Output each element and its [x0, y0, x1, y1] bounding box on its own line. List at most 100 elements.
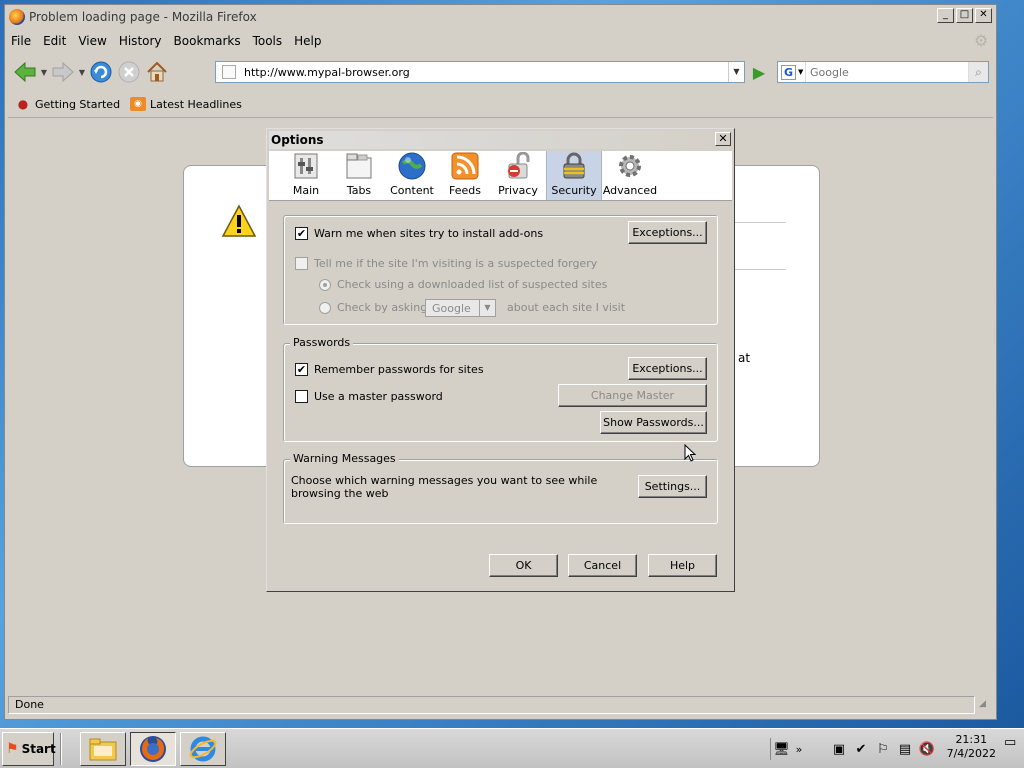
options-pane-selector: Main Tabs Content Feeds Privacy Security… — [269, 151, 732, 201]
remember-passwords-checkbox[interactable]: ✔ — [295, 363, 308, 376]
cancel-button[interactable]: Cancel — [568, 554, 637, 577]
tab-content[interactable]: Content — [387, 151, 437, 200]
menu-file[interactable]: File — [5, 34, 37, 48]
home-button[interactable] — [143, 58, 171, 86]
content-pane-icon — [397, 151, 427, 181]
volume-muted-icon[interactable]: 🔇 — [916, 738, 938, 760]
resize-grip-icon[interactable]: ◢ — [979, 699, 991, 711]
tab-main[interactable]: Main — [281, 151, 331, 200]
internet-explorer-icon — [189, 736, 217, 762]
bookmarks-toolbar: ● Getting Started ◉ Latest Headlines — [5, 93, 996, 115]
url-history-dropdown[interactable]: ▼ — [728, 62, 744, 82]
back-history-dropdown[interactable]: ▼ — [39, 68, 49, 77]
check-downloaded-radio[interactable] — [319, 278, 331, 291]
menu-edit[interactable]: Edit — [37, 34, 72, 48]
forward-button[interactable] — [49, 58, 77, 86]
display-icon[interactable]: ▤ — [894, 738, 916, 760]
start-button[interactable]: ⚑ Start — [2, 732, 56, 766]
engine-dropdown-icon: ▼ — [798, 68, 804, 76]
warning-description: Choose which warning messages you want t… — [291, 474, 598, 500]
check-asking-radio[interactable] — [319, 301, 331, 314]
error-text-fragment: at — [738, 351, 751, 365]
stop-button[interactable] — [115, 58, 143, 86]
check-downloaded-label[interactable]: Check using a downloaded list of suspect… — [337, 278, 607, 291]
forward-history-dropdown[interactable]: ▼ — [77, 68, 87, 77]
tray-expand-button[interactable]: » — [792, 738, 806, 760]
help-button[interactable]: Help — [648, 554, 717, 577]
forgery-label[interactable]: Tell me if the site I'm visiting is a su… — [314, 257, 597, 270]
warn-addons-checkbox[interactable]: ✔ — [295, 227, 308, 240]
url-text[interactable]: http://www.mypal-browser.org — [244, 66, 728, 79]
network-icon[interactable]: ▣ — [828, 738, 850, 760]
passwords-legend: Passwords — [290, 336, 354, 349]
tab-security[interactable]: Security — [546, 151, 602, 200]
bookmark-getting-started[interactable]: ● Getting Started — [15, 97, 120, 111]
status-bar: Done ◢ — [8, 695, 993, 715]
show-passwords-button[interactable]: Show Passwords... — [600, 411, 707, 434]
close-button[interactable]: ✕ — [975, 8, 992, 23]
stop-icon — [118, 61, 140, 83]
menu-bookmarks[interactable]: Bookmarks — [168, 34, 247, 48]
back-button[interactable] — [11, 58, 39, 86]
menu-tools[interactable]: Tools — [247, 34, 289, 48]
menu-history[interactable]: History — [113, 34, 168, 48]
forward-arrow-icon — [52, 61, 74, 83]
clock[interactable]: 21:31 7/4/2022 — [947, 733, 996, 761]
action-center-flag-icon[interactable]: ⚐ — [872, 738, 894, 760]
start-label: Start — [21, 742, 56, 756]
tab-label: Privacy — [498, 184, 538, 197]
security-pane-icon — [559, 151, 589, 181]
passwords-exceptions-button[interactable]: Exceptions... — [628, 357, 707, 380]
dialog-close-button[interactable]: ✕ — [715, 132, 731, 146]
search-magnifier-icon[interactable]: ⌕ — [968, 62, 988, 82]
addons-exceptions-button[interactable]: Exceptions... — [628, 221, 707, 244]
tab-label: Content — [390, 184, 434, 197]
tab-label: Tabs — [346, 184, 372, 197]
tab-advanced[interactable]: Advanced — [603, 151, 657, 200]
dialog-title-bar[interactable]: Options ✕ — [269, 131, 732, 149]
warning-description-row: Choose which warning messages you want t… — [291, 474, 631, 500]
dialog-title: Options — [271, 133, 324, 147]
taskbar-internet-explorer[interactable] — [180, 732, 226, 766]
forgery-checkbox[interactable] — [295, 257, 308, 270]
tab-privacy[interactable]: Privacy — [493, 151, 543, 200]
provider-select[interactable]: Google ▼ — [425, 299, 496, 317]
remember-passwords-label[interactable]: Remember passwords for sites — [314, 363, 484, 376]
url-bar[interactable]: http://www.mypal-browser.org ▼ — [215, 61, 745, 83]
menu-help[interactable]: Help — [288, 34, 327, 48]
taskbar-explorer[interactable] — [80, 732, 126, 766]
mouse-cursor-icon — [684, 444, 696, 462]
change-master-password-button[interactable]: Change Master Password... — [558, 384, 707, 423]
check-asking-row: Check by asking — [319, 301, 427, 314]
bookmark-latest-headlines[interactable]: ◉ Latest Headlines — [130, 97, 242, 111]
search-bar[interactable]: G ▼ ⌕ — [777, 61, 989, 83]
tab-tabs[interactable]: Tabs — [334, 151, 384, 200]
language-bar-icon[interactable]: 🖥 — [770, 738, 792, 760]
master-password-label[interactable]: Use a master password — [314, 390, 443, 403]
search-input[interactable] — [806, 64, 968, 80]
menu-view[interactable]: View — [72, 34, 112, 48]
privacy-pane-icon — [503, 151, 533, 181]
search-engine-selector[interactable]: G ▼ — [778, 62, 806, 82]
master-password-checkbox[interactable] — [295, 390, 308, 403]
back-arrow-icon — [14, 61, 36, 83]
show-desktop-button[interactable]: ▭ — [1004, 735, 1022, 763]
firefox-icon: ● — [17, 97, 29, 111]
menu-bar: File Edit View History Bookmarks Tools H… — [5, 31, 996, 51]
maximize-button[interactable]: □ — [956, 8, 973, 23]
firefox-logo-icon — [9, 9, 25, 25]
tab-feeds[interactable]: Feeds — [440, 151, 490, 200]
clock-date: 7/4/2022 — [946, 747, 996, 760]
title-bar[interactable]: Problem loading page - Mozilla Firefox _… — [5, 5, 996, 29]
reload-button[interactable] — [87, 58, 115, 86]
warn-addons-row: ✔ Warn me when sites try to install add-… — [295, 227, 543, 240]
warning-settings-button[interactable]: Settings... — [638, 475, 707, 498]
taskbar-firefox[interactable] — [130, 732, 176, 766]
minimize-button[interactable]: _ — [937, 8, 954, 23]
go-button[interactable]: ▶ — [749, 63, 769, 83]
check-asking-label[interactable]: Check by asking — [337, 301, 427, 314]
throbber-icon: ⚙ — [974, 31, 989, 50]
warn-addons-label[interactable]: Warn me when sites try to install add-on… — [314, 227, 543, 240]
ok-button[interactable]: OK — [489, 554, 558, 577]
security-check-icon[interactable]: ✔ — [850, 738, 872, 760]
